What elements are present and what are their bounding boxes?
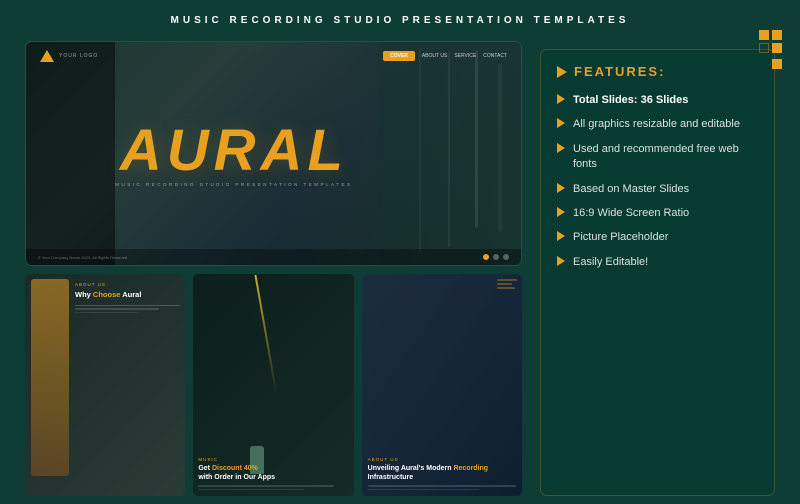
main-slide-preview: YOUR LOGO COVER ABOUT US SERVICE CONTACT… [25,41,522,266]
sp3-content: ABOUT US Unveiling Aural's Modern Record… [368,457,516,490]
feature-item-7: Easily Editable! [557,255,758,270]
nav-item-contact: CONTACT [483,53,507,59]
feature-arrow-4-icon [557,183,565,193]
deco-sq-2 [772,30,782,40]
right-section: FEATURES: Total Slides: 36 Slides All gr… [540,41,775,496]
sp2-title: Get Discount 40% [198,464,348,473]
feature-arrow-3-icon [557,143,565,153]
main-content: YOUR LOGO COVER ABOUT US SERVICE CONTACT… [0,36,800,504]
sp1-lines [75,305,180,314]
small-preview-3: ABOUT US Unveiling Aural's Modern Record… [362,274,522,496]
feature-item-2: All graphics resizable and editable [557,117,758,132]
deco-squares-top-right [759,30,782,69]
preview-logo: YOUR LOGO [40,50,98,62]
deco-sq-5 [772,59,782,69]
dot-1[interactable] [483,254,489,260]
small-preview-1: ABOUT US Why Choose Aural [25,274,185,496]
deco-sq-3 [759,43,769,53]
preview-copyright: © Your Company Name 2023, All Rights Res… [38,255,128,260]
feature-text-3: Used and recommended free web fonts [573,142,758,173]
features-title-text: FEATURES: [574,64,665,79]
feature-arrow-1-icon [557,94,565,104]
sp2-title-2: with Order in Our Apps [198,473,348,482]
feature-arrow-5-icon [557,207,565,217]
preview-dots [483,254,509,260]
dot-2[interactable] [493,254,499,260]
small-previews-row: ABOUT US Why Choose Aural MU [25,274,522,496]
top-banner: MUSIC RECORDING STUDIO PRESENTATION TEMP… [0,0,800,36]
sp1-content: ABOUT US Why Choose Aural [75,282,180,488]
sp2-tag: MUSIC [198,457,348,462]
nav-item-service: SERVICE [454,53,476,59]
feature-text-4: Based on Master Slides [573,182,689,197]
small-preview-2: MUSIC Get Discount 40% with Order in Our… [193,274,353,496]
logo-triangle-icon [40,50,54,62]
preview-navbar: YOUR LOGO COVER ABOUT US SERVICE CONTACT [26,50,521,62]
brand-subtitle: MUSIC RECORDING STUDIO PRESENTATION TEMP… [115,182,352,187]
feature-item-3: Used and recommended free web fonts [557,142,758,173]
feature-arrow-6-icon [557,231,565,241]
feature-item-1: Total Slides: 36 Slides [557,93,758,108]
feature-item-6: Picture Placeholder [557,230,758,245]
person-silhouette [31,279,69,476]
sp3-tag: ABOUT US [368,457,516,462]
feature-arrow-7-icon [557,256,565,266]
feature-text-2: All graphics resizable and editable [573,117,740,132]
feature-text-7: Easily Editable! [573,255,648,270]
feature-text-1: Total Slides: 36 Slides [573,93,688,108]
features-box: FEATURES: Total Slides: 36 Slides All gr… [540,49,775,496]
feature-item-4: Based on Master Slides [557,182,758,197]
preview-nav-items: COVER ABOUT US SERVICE CONTACT [383,51,507,61]
feature-text-5: 16:9 Wide Screen Ratio [573,206,689,221]
page-title: MUSIC RECORDING STUDIO PRESENTATION TEMP… [171,15,630,26]
sp1-tag: ABOUT US [75,282,180,287]
features-title: FEATURES: [557,64,758,79]
sp2-content: MUSIC Get Discount 40% with Order in Our… [198,457,348,490]
sp1-title: Why Choose Aural [75,290,180,300]
concert-spotlight [255,275,278,396]
sp3-title: Unveiling Aural's Modern Recording [368,464,516,473]
sp3-title-2: Infrastructure [368,473,516,482]
feature-item-5: 16:9 Wide Screen Ratio [557,206,758,221]
features-title-arrow-icon [557,66,567,78]
nav-item-cover: COVER [383,51,415,61]
deco-sq-1 [759,30,769,40]
dot-3[interactable] [503,254,509,260]
brand-name-aural: AURAL [120,117,348,184]
preview-left-overlay [26,42,115,265]
deco-sq-4 [772,43,782,53]
nav-item-about: ABOUT US [422,53,447,59]
feature-text-6: Picture Placeholder [573,230,668,245]
logo-text: YOUR LOGO [59,53,98,59]
left-section: YOUR LOGO COVER ABOUT US SERVICE CONTACT… [25,41,522,496]
sp3-deco [497,279,517,289]
preview-bottom-bar: © Your Company Name 2023, All Rights Res… [26,249,521,265]
feature-arrow-2-icon [557,118,565,128]
